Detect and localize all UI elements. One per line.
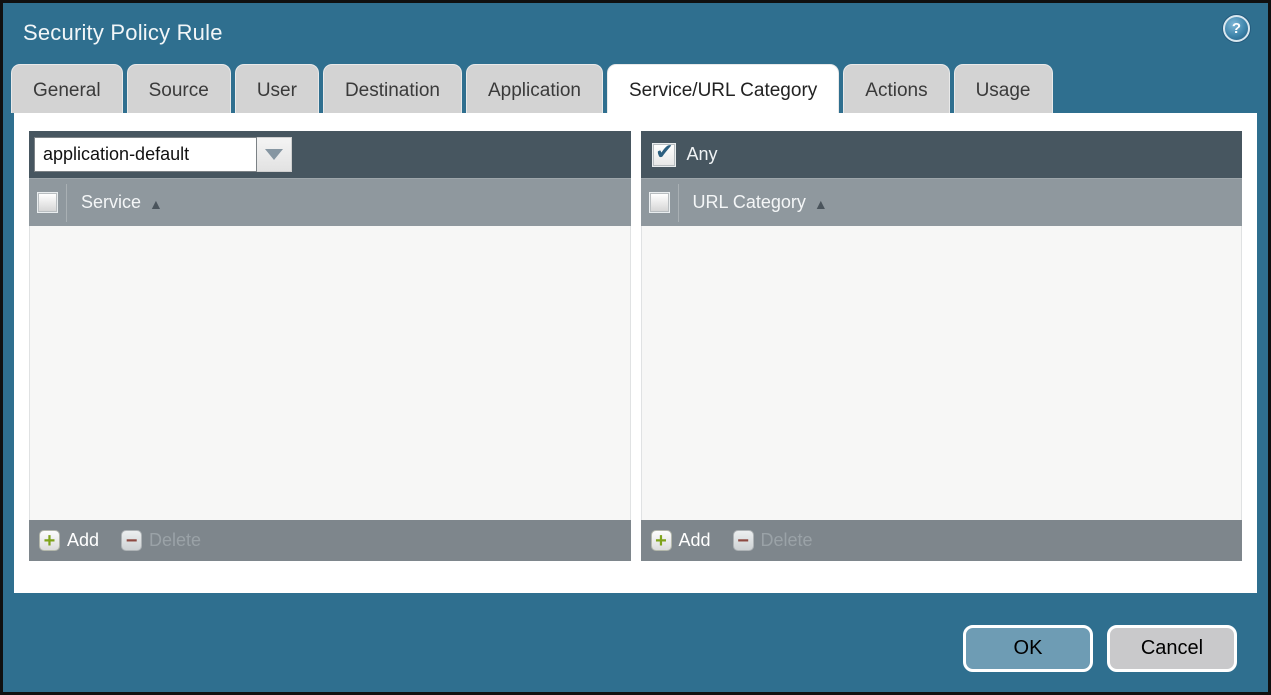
url-category-column-header: URL Category ▲ xyxy=(640,178,1242,226)
url-category-footer: + Add − Delete xyxy=(640,520,1242,561)
service-column-label[interactable]: Service xyxy=(81,192,141,213)
any-row: Any xyxy=(646,143,718,166)
dialog-actions: OK Cancel xyxy=(963,625,1237,672)
url-category-add-button[interactable]: + Add xyxy=(650,530,711,551)
tab-actions[interactable]: Actions xyxy=(843,64,950,113)
any-checkbox[interactable] xyxy=(652,143,675,166)
sort-ascending-icon[interactable]: ▲ xyxy=(814,196,828,212)
tab-content: Service ▲ + Add − Delete Any xyxy=(14,113,1257,593)
tab-destination[interactable]: Destination xyxy=(322,64,462,113)
security-policy-rule-dialog: Security Policy Rule ? General Source Us… xyxy=(0,0,1271,695)
url-category-delete-button[interactable]: − Delete xyxy=(732,530,813,551)
service-select-all-checkbox[interactable] xyxy=(38,193,57,212)
url-category-column-label[interactable]: URL Category xyxy=(693,192,806,213)
cancel-button[interactable]: Cancel xyxy=(1107,625,1237,672)
tab-general[interactable]: General xyxy=(11,64,123,113)
minus-icon: − xyxy=(121,530,143,551)
service-column-header: Service ▲ xyxy=(29,178,631,226)
service-toolbar xyxy=(29,131,631,178)
service-panel: Service ▲ + Add − Delete xyxy=(29,131,631,561)
url-category-panel: Any URL Category ▲ + Add − Delete xyxy=(640,131,1242,561)
service-add-button[interactable]: + Add xyxy=(39,530,99,551)
tab-service-url-category[interactable]: Service/URL Category xyxy=(606,64,840,113)
url-category-toolbar: Any xyxy=(640,131,1242,178)
column-divider xyxy=(66,183,67,222)
service-type-input[interactable] xyxy=(34,137,257,172)
plus-icon: + xyxy=(39,530,60,551)
service-type-dropdown-button[interactable] xyxy=(257,137,292,172)
dialog-title: Security Policy Rule xyxy=(23,20,223,45)
url-category-select-all-checkbox[interactable] xyxy=(649,193,669,212)
url-category-list[interactable] xyxy=(640,226,1242,520)
chevron-down-icon xyxy=(265,149,283,160)
tab-application[interactable]: Application xyxy=(466,64,603,113)
tab-usage[interactable]: Usage xyxy=(953,64,1053,113)
tab-user[interactable]: User xyxy=(234,64,319,113)
minus-icon: − xyxy=(732,530,754,551)
column-divider xyxy=(677,183,679,222)
plus-icon: + xyxy=(650,530,672,551)
service-list[interactable] xyxy=(29,226,631,520)
title-bar: Security Policy Rule ? xyxy=(3,3,1268,63)
help-glyph: ? xyxy=(1231,20,1242,37)
tab-source[interactable]: Source xyxy=(126,64,231,113)
tab-bar: General Source User Destination Applicat… xyxy=(3,63,1268,113)
any-label: Any xyxy=(686,144,718,164)
ok-button[interactable]: OK xyxy=(963,625,1093,672)
service-footer: + Add − Delete xyxy=(29,520,631,561)
sort-ascending-icon[interactable]: ▲ xyxy=(149,196,163,212)
help-icon[interactable]: ? xyxy=(1223,15,1250,42)
service-type-combo xyxy=(34,137,292,172)
service-delete-button[interactable]: − Delete xyxy=(121,530,201,551)
